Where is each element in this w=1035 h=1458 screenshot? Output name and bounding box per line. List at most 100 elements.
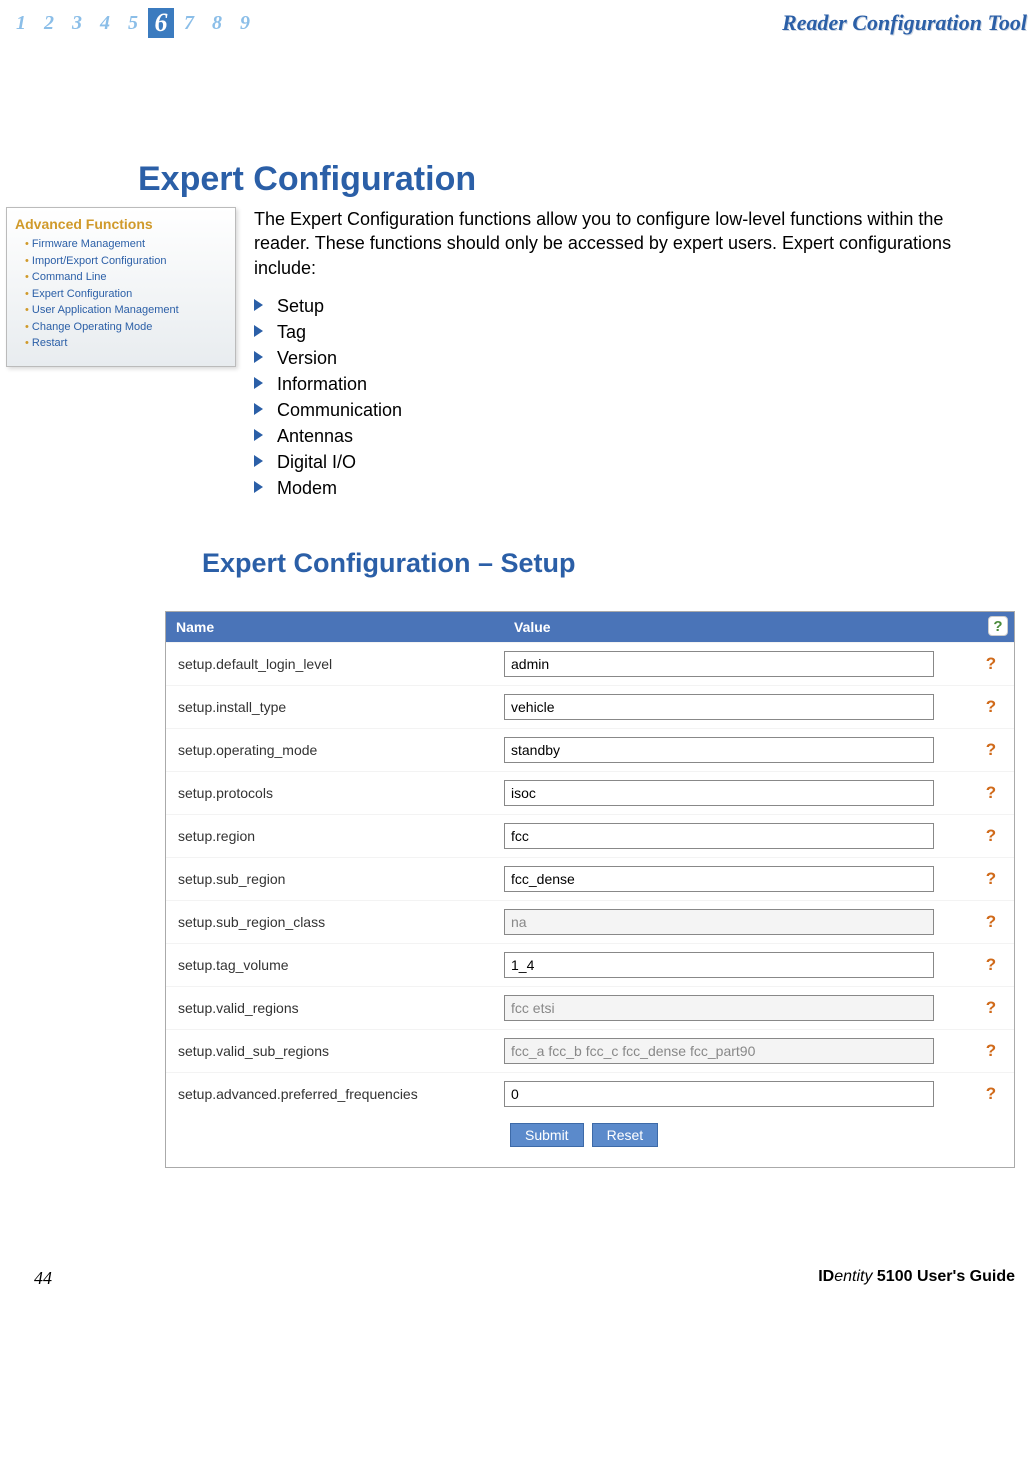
setting-name: setup.sub_region xyxy=(172,871,504,887)
table-row: setup.advanced.preferred_frequencies? xyxy=(166,1072,1014,1115)
chapter-link-1[interactable]: 1 xyxy=(8,12,34,35)
arrow-icon xyxy=(254,481,263,493)
col-value: Value xyxy=(504,612,982,642)
feature-item: Setup xyxy=(254,296,984,317)
header-tool-title: Reader Configuration Tool xyxy=(782,10,1027,36)
table-actions: Submit Reset xyxy=(166,1115,1014,1167)
setting-input[interactable] xyxy=(504,780,934,806)
arrow-icon xyxy=(254,429,263,441)
panel-title: Advanced Functions xyxy=(15,216,227,232)
row-help-icon[interactable]: ? xyxy=(974,869,1008,889)
setting-name: setup.region xyxy=(172,828,504,844)
guide-title: IDentity 5100 User's Guide xyxy=(818,1268,1015,1289)
setting-name: setup.tag_volume xyxy=(172,957,504,973)
setting-name: setup.operating_mode xyxy=(172,742,504,758)
arrow-icon xyxy=(254,351,263,363)
feature-label: Tag xyxy=(277,322,306,342)
table-row: setup.region? xyxy=(166,814,1014,857)
chapter-link-8[interactable]: 8 xyxy=(204,12,230,35)
panel-item[interactable]: Firmware Management xyxy=(25,236,227,253)
feature-item: Version xyxy=(254,348,984,369)
chapter-link-6[interactable]: 6 xyxy=(148,8,174,38)
chapter-link-5[interactable]: 5 xyxy=(120,12,146,35)
setting-input[interactable] xyxy=(504,952,934,978)
feature-label: Communication xyxy=(277,400,402,420)
setting-input[interactable] xyxy=(504,651,934,677)
table-row: setup.sub_region? xyxy=(166,857,1014,900)
section-heading: Expert Configuration – Setup xyxy=(202,548,1035,579)
setting-name: setup.advanced.preferred_frequencies xyxy=(172,1086,504,1102)
setting-input[interactable] xyxy=(504,737,934,763)
chapter-link-2[interactable]: 2 xyxy=(36,12,62,35)
chapter-nav: 123456789 xyxy=(8,8,258,38)
row-help-icon[interactable]: ? xyxy=(974,1041,1008,1061)
feature-list: Setup Tag Version Information Communication A… xyxy=(254,296,984,499)
feature-label: Modem xyxy=(277,478,337,498)
table-row: setup.valid_sub_regions? xyxy=(166,1029,1014,1072)
row-help-icon[interactable]: ? xyxy=(974,654,1008,674)
setting-input xyxy=(504,909,934,935)
page-title: Expert Configuration xyxy=(138,160,1035,199)
panel-item[interactable]: Import/Export Configuration xyxy=(25,253,227,270)
arrow-icon xyxy=(254,325,263,337)
advanced-functions-panel: Advanced Functions Firmware ManagementIm… xyxy=(6,207,236,367)
arrow-icon xyxy=(254,403,263,415)
setting-name: setup.valid_regions xyxy=(172,1000,504,1016)
intro-paragraph: The Expert Configuration functions allow… xyxy=(254,207,984,280)
feature-label: Version xyxy=(277,348,337,368)
arrow-icon xyxy=(254,299,263,311)
setting-input xyxy=(504,1038,934,1064)
table-row: setup.install_type? xyxy=(166,685,1014,728)
setting-name: setup.install_type xyxy=(172,699,504,715)
table-row: setup.protocols? xyxy=(166,771,1014,814)
panel-item[interactable]: Expert Configuration xyxy=(25,286,227,303)
feature-item: Antennas xyxy=(254,426,984,447)
reset-button[interactable]: Reset xyxy=(592,1123,659,1147)
setting-name: setup.protocols xyxy=(172,785,504,801)
setting-input[interactable] xyxy=(504,694,934,720)
chapter-link-3[interactable]: 3 xyxy=(64,12,90,35)
setting-input[interactable] xyxy=(504,823,934,849)
row-help-icon[interactable]: ? xyxy=(974,998,1008,1018)
row-help-icon[interactable]: ? xyxy=(974,955,1008,975)
feature-label: Digital I/O xyxy=(277,452,356,472)
submit-button[interactable]: Submit xyxy=(510,1123,584,1147)
feature-item: Communication xyxy=(254,400,984,421)
chapter-link-4[interactable]: 4 xyxy=(92,12,118,35)
feature-item: Tag xyxy=(254,322,984,343)
table-row: setup.operating_mode? xyxy=(166,728,1014,771)
table-row: setup.default_login_level? xyxy=(166,642,1014,685)
chapter-link-7[interactable]: 7 xyxy=(176,12,202,35)
arrow-icon xyxy=(254,455,263,467)
help-icon[interactable]: ? xyxy=(988,616,1008,636)
table-row: setup.tag_volume? xyxy=(166,943,1014,986)
setting-input[interactable] xyxy=(504,866,934,892)
setting-name: setup.default_login_level xyxy=(172,656,504,672)
top-bar: 123456789 Reader Configuration Tool xyxy=(0,8,1035,50)
setting-input xyxy=(504,995,934,1021)
panel-item[interactable]: User Application Management xyxy=(25,302,227,319)
feature-label: Setup xyxy=(277,296,324,316)
row-help-icon[interactable]: ? xyxy=(974,697,1008,717)
row-help-icon[interactable]: ? xyxy=(974,783,1008,803)
setting-name: setup.valid_sub_regions xyxy=(172,1043,504,1059)
col-help: ? xyxy=(982,612,1014,642)
row-help-icon[interactable]: ? xyxy=(974,826,1008,846)
row-help-icon[interactable]: ? xyxy=(974,1084,1008,1104)
panel-item[interactable]: Command Line xyxy=(25,269,227,286)
setting-name: setup.sub_region_class xyxy=(172,914,504,930)
config-table: Name Value ? setup.default_login_level?s… xyxy=(165,611,1015,1168)
table-header: Name Value ? xyxy=(166,612,1014,642)
feature-item: Modem xyxy=(254,478,984,499)
row-help-icon[interactable]: ? xyxy=(974,740,1008,760)
chapter-link-9[interactable]: 9 xyxy=(232,12,258,35)
setting-input[interactable] xyxy=(504,1081,934,1107)
row-help-icon[interactable]: ? xyxy=(974,912,1008,932)
arrow-icon xyxy=(254,377,263,389)
feature-label: Information xyxy=(277,374,367,394)
panel-item[interactable]: Restart xyxy=(25,335,227,352)
table-row: setup.sub_region_class? xyxy=(166,900,1014,943)
footer: 44 IDentity 5100 User's Guide xyxy=(0,1168,1035,1289)
feature-label: Antennas xyxy=(277,426,353,446)
panel-item[interactable]: Change Operating Mode xyxy=(25,319,227,336)
